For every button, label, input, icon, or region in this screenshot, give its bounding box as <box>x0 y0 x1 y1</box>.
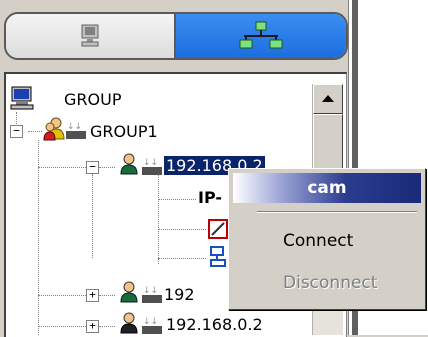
tree-root-label[interactable]: GROUP <box>64 90 121 109</box>
network-node-icon <box>210 246 226 267</box>
tree-connector <box>28 131 42 132</box>
tree-connector <box>92 174 93 258</box>
tree-connector <box>38 140 39 335</box>
tree-connector <box>99 167 115 168</box>
tree-connector <box>38 326 88 327</box>
computer-icon <box>81 24 99 47</box>
network-icon <box>239 21 283 49</box>
camera-user-icon <box>120 153 138 175</box>
camera-channel-icon <box>208 219 228 239</box>
collapse-toggle[interactable]: − <box>86 161 99 174</box>
menu-separator <box>257 211 417 213</box>
menu-item-disconnect[interactable]: Disconnect <box>283 273 377 293</box>
collapse-toggle[interactable]: − <box>10 125 23 138</box>
tree-connector <box>158 229 206 230</box>
tree-connector <box>38 167 88 168</box>
svg-text:↓↓: ↓↓ <box>67 122 82 132</box>
svg-text:↓↓: ↓↓ <box>143 286 158 296</box>
tree-group1-label[interactable]: GROUP1 <box>90 122 158 141</box>
menu-item-connect[interactable]: Connect <box>283 231 353 251</box>
root-group-icon <box>10 86 34 110</box>
tab-computer-view[interactable] <box>6 14 176 58</box>
device-status-icon: ↓↓ <box>142 158 162 175</box>
expand-toggle[interactable]: + <box>86 320 99 333</box>
camera-user-icon <box>120 281 138 303</box>
user-group-icon <box>43 117 65 141</box>
tree-connector <box>99 295 115 296</box>
tree-connector <box>158 174 159 264</box>
svg-text:↓↓: ↓↓ <box>143 317 158 327</box>
context-menu-title: cam <box>307 178 347 198</box>
svg-text:↓↓: ↓↓ <box>143 158 158 168</box>
device-status-icon: ↓↓ <box>142 317 162 334</box>
tab-network-view[interactable] <box>176 14 346 58</box>
tree-connector <box>99 326 115 327</box>
tree-ip-label[interactable]: IP- <box>198 188 222 207</box>
arrow-up-icon <box>322 95 334 102</box>
camera-user-icon <box>120 312 138 334</box>
tree-device-2[interactable]: 192 <box>164 285 195 304</box>
tree-device-3[interactable]: 192.168.0.2 <box>166 315 263 334</box>
expand-toggle[interactable]: + <box>86 289 99 302</box>
tree-connector <box>158 258 206 259</box>
tree-connector <box>38 295 88 296</box>
device-status-icon: ↓↓ <box>66 122 86 139</box>
tree-connector <box>158 199 196 200</box>
scroll-up-button[interactable] <box>313 84 343 114</box>
context-menu: cam Connect Disconnect <box>228 168 426 310</box>
context-menu-header: cam <box>233 173 421 203</box>
device-status-icon: ↓↓ <box>142 286 162 303</box>
view-tab-bar <box>4 12 348 60</box>
